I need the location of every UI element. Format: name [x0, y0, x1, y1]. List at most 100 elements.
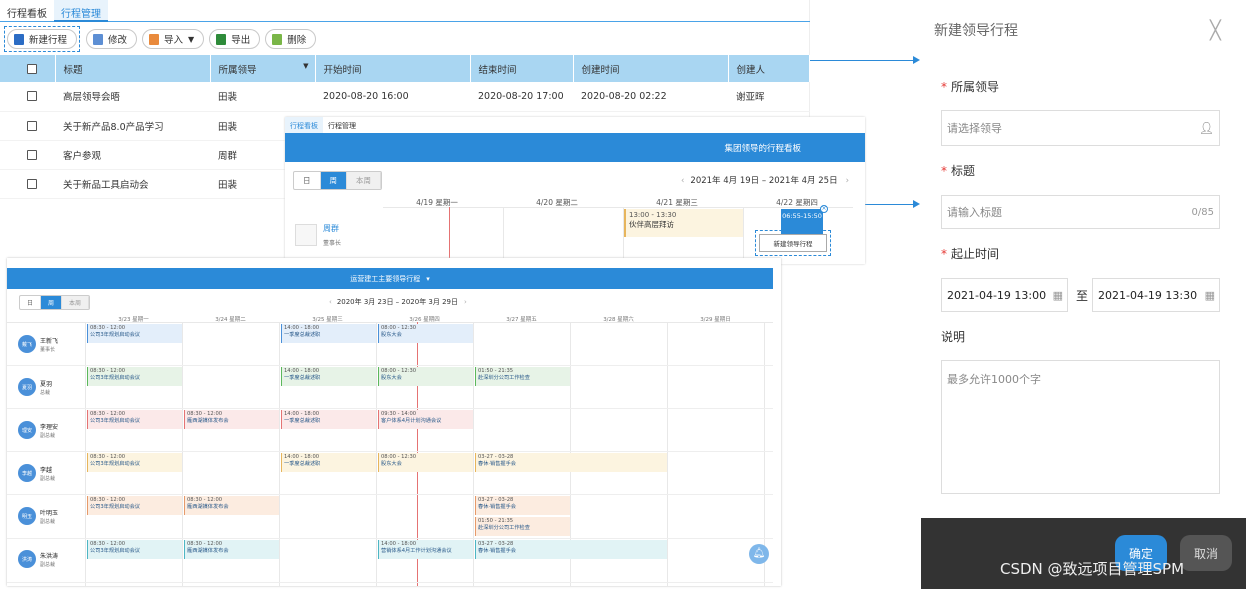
leader-select[interactable]: 请选择领导 👤︎ [941, 110, 1220, 146]
avatar: 夏羽 [18, 378, 36, 396]
event-title: 春休·销售握手会 [478, 547, 516, 554]
event-card[interactable]: 09:30 - 14:00 客户体系4月计划沟通会议 [378, 410, 473, 429]
edit-button[interactable]: 修改 [86, 29, 138, 49]
event-card[interactable]: 08:30 - 12:00 公司3年规划启动会议 [87, 496, 182, 515]
leader-name[interactable]: 李理安 [40, 422, 58, 431]
event-card[interactable]: 01:50 - 21:35 赴深圳分公司工作检查 [475, 367, 570, 386]
event-card[interactable]: 08:30 - 12:00 公司3年规划启动会议 [87, 324, 182, 343]
event-card[interactable]: 03-27 - 03-28 春休·销售握手会 [475, 540, 667, 559]
select-all-cell[interactable] [0, 55, 56, 82]
next-week-icon[interactable]: › [464, 298, 467, 306]
event-card[interactable]: 08:30 - 12:00 公司3年规划启动会议 [87, 367, 182, 386]
cell-title[interactable]: 关于新产品8.0产品学习 [55, 111, 210, 141]
select-all-checkbox[interactable] [27, 63, 37, 74]
multi-board-banner[interactable]: 运营建工主要领导行程 ▾ [7, 268, 773, 289]
leader-label-text: 所属领导 [951, 80, 1000, 94]
col-title[interactable]: 标题 [55, 55, 211, 82]
event-card[interactable]: 14:00 - 18:00 一季度总裁述职 [281, 367, 376, 386]
row-select[interactable] [0, 111, 55, 141]
next-week-icon[interactable]: › [846, 176, 849, 186]
leader-title: 董事长 [323, 240, 342, 247]
row-checkbox[interactable] [27, 120, 37, 131]
event-title: 客户体系4月计划沟通会议 [381, 417, 442, 424]
event-card[interactable]: 14:00 - 18:00 营销体系4月工作计划沟通会议 [378, 540, 473, 559]
row-select[interactable] [0, 82, 55, 112]
row-select[interactable] [0, 169, 55, 199]
row-select[interactable] [0, 140, 55, 170]
event-card[interactable]: 08:00 - 12:30 股东大会 [378, 367, 473, 386]
event-card[interactable]: 14:00 - 18:00 一季度总裁述职 [281, 453, 376, 472]
col-end[interactable]: 结束时间 [470, 55, 574, 82]
event-card[interactable]: 14:00 - 18:00 一季度总裁述职 [281, 324, 376, 343]
row-checkbox[interactable] [27, 178, 37, 189]
col-created[interactable]: 创建时间 [573, 55, 729, 82]
leader-name[interactable]: 朱洪涛 [40, 551, 58, 560]
view-week[interactable]: 周 [320, 172, 347, 189]
tab-schedule-manage[interactable]: 行程管理 [54, 0, 108, 22]
view-this-week[interactable]: 本周 [62, 296, 90, 309]
cancel-button[interactable]: 取消 [1180, 535, 1232, 571]
user-picker-icon[interactable]: 👤︎ [1199, 121, 1214, 135]
calendar-icon[interactable]: ▦ [1053, 289, 1063, 302]
event-card[interactable]: 03-27 - 03-28 春休·销售握手会 [475, 453, 667, 472]
event-card[interactable]: 08:30 - 12:00 公司3年规划启动会议 [87, 540, 182, 559]
leader-name[interactable]: 王新飞 [40, 336, 58, 345]
title-input[interactable]: 请输入标题 0/85 [941, 195, 1220, 229]
row-checkbox[interactable] [27, 91, 37, 102]
delete-label: 删除 [287, 35, 307, 46]
tab-schedule-board[interactable]: 行程看板 [0, 0, 54, 22]
arrow-line-mid [865, 204, 914, 205]
new-leader-schedule-button[interactable]: 新建领导行程 [759, 234, 827, 252]
bell-icon[interactable]: 🔔︎ [749, 544, 769, 564]
col-leader[interactable]: 所属领导 ▼ [210, 55, 316, 82]
start-time-input[interactable]: 2021-04-19 13:00 ▦ [941, 278, 1068, 312]
row-checkbox[interactable] [27, 149, 37, 160]
event-card[interactable]: 08:00 - 12:30 股东大会 [378, 453, 473, 472]
leader-name[interactable]: 周群 [323, 223, 339, 234]
import-button[interactable]: 导入 ▼ [142, 29, 205, 49]
event-card[interactable]: 08:30 - 12:00 公司3年规划启动会议 [87, 410, 182, 429]
new-schedule-button[interactable]: 新建行程 [7, 29, 78, 49]
view-day[interactable]: 日 [294, 172, 321, 189]
sort-down-icon[interactable]: ▼ [303, 62, 308, 70]
leader-name[interactable]: 叶明玉 [40, 508, 58, 517]
close-icon[interactable]: × [820, 205, 828, 213]
event-title: 春休·销售握手会 [478, 503, 516, 510]
event-card[interactable]: 01:50 - 21:35 赴深圳分公司工作检查 [475, 517, 570, 536]
leader-name[interactable]: 夏羽 [40, 379, 52, 388]
cell-title[interactable]: 高层领导会晤 [55, 82, 210, 112]
cell-created: 2020-08-20 02:22 [573, 82, 728, 112]
prev-week-icon[interactable]: ‹ [681, 176, 684, 186]
col-start[interactable]: 开始时间 [315, 55, 471, 82]
view-this-week[interactable]: 本周 [347, 172, 381, 189]
excel-icon [216, 33, 227, 45]
cell-title[interactable]: 关于新品工具启动会 [55, 169, 210, 199]
col-creator[interactable]: 创建人 [728, 55, 810, 82]
desc-textarea[interactable]: 最多允许1000个字 [941, 360, 1220, 494]
tab-bar: 行程看板 行程管理 [0, 0, 810, 22]
view-day[interactable]: 日 [20, 296, 42, 309]
prev-week-icon[interactable]: ‹ [329, 298, 332, 306]
end-time-input[interactable]: 2021-04-19 13:30 ▦ [1092, 278, 1220, 312]
chevron-down-icon[interactable]: ▾ [426, 275, 430, 283]
leader-name[interactable]: 李越 [40, 465, 52, 474]
cell-title[interactable]: 客户参观 [55, 140, 210, 170]
tab-manage[interactable]: 行程管理 [323, 117, 361, 133]
event-card[interactable]: 14:00 - 18:00 一季度总裁述职 [281, 410, 376, 429]
tab-board[interactable]: 行程看板 [285, 117, 323, 133]
event-card[interactable]: 08:00 - 12:30 股东大会 [378, 324, 473, 343]
event-card[interactable]: 08:30 - 12:00 雁西湖媒体发布会 [184, 496, 279, 515]
event-card[interactable]: 08:30 - 12:00 雁西湖媒体发布会 [184, 540, 279, 559]
desc-placeholder: 最多允许1000个字 [947, 373, 1041, 386]
event-title: 雁西湖媒体发布会 [187, 503, 229, 510]
table-row[interactable]: 高层领导会晤 田裴 2020-08-20 16:00 2020-08-20 17… [0, 82, 810, 112]
event-card[interactable]: 08:30 - 12:00 雁西湖媒体发布会 [184, 410, 279, 429]
event-card[interactable]: 08:30 - 12:00 公司3年规划启动会议 [87, 453, 182, 472]
close-icon[interactable]: ╳ [1210, 20, 1221, 41]
event-card[interactable]: 03-27 - 03-28 春休·销售握手会 [475, 496, 570, 515]
delete-button[interactable]: 删除 [265, 29, 317, 49]
export-button[interactable]: 导出 [209, 29, 261, 49]
calendar-icon[interactable]: ▦ [1205, 289, 1215, 302]
event-card[interactable]: 13:00 - 13:30 伙伴高层拜访 [624, 209, 743, 237]
view-week[interactable]: 周 [41, 296, 63, 309]
